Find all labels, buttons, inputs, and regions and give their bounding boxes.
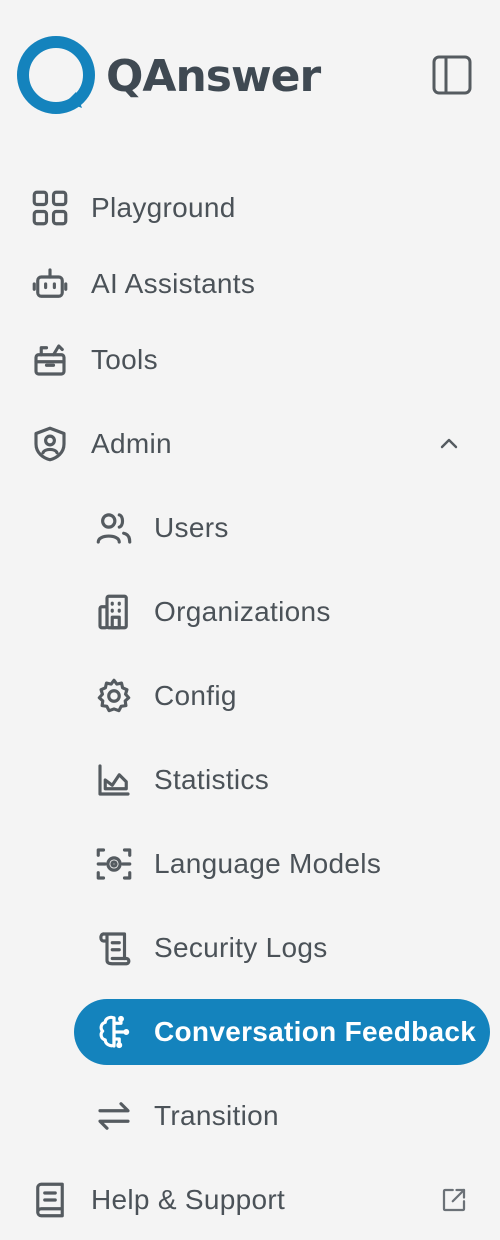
toolbox-icon (28, 338, 72, 382)
sub-item-config[interactable]: Config (74, 663, 490, 729)
gear-icon (92, 674, 136, 718)
nav-item-label: Playground (91, 192, 236, 223)
nav-item-help-support[interactable]: Help & Support (0, 1170, 500, 1230)
nav-item-label: AI Assistants (91, 268, 256, 299)
scroll-icon (92, 926, 136, 970)
sub-item-label: Transition (154, 1100, 279, 1131)
chevron-up-icon[interactable] (434, 429, 464, 459)
building-icon (92, 590, 136, 634)
brain-icon (92, 1010, 136, 1054)
chart-icon (92, 758, 136, 802)
sub-item-label: Language Models (154, 848, 382, 879)
app-logo[interactable]: QAnswer (16, 36, 321, 116)
sub-item-statistics[interactable]: Statistics (74, 747, 490, 813)
nav-item-playground[interactable]: Playground (0, 178, 500, 238)
nav-item-tools[interactable]: Tools (0, 330, 500, 390)
sub-item-label: Security Logs (154, 932, 328, 963)
book-icon (28, 1178, 72, 1222)
external-link-icon[interactable] (436, 1182, 472, 1218)
arrows-swap-icon (92, 1094, 136, 1138)
sub-item-organizations[interactable]: Organizations (74, 579, 490, 645)
robot-icon (28, 262, 72, 306)
nav-item-admin[interactable]: Admin (0, 414, 500, 474)
sub-item-language-models[interactable]: Language Models (74, 831, 490, 897)
nav-item-ai-assistants[interactable]: AI Assistants (0, 254, 500, 314)
sub-item-label: Users (154, 512, 229, 543)
sidebar-panel-icon (432, 55, 472, 95)
sub-item-label: Config (154, 680, 237, 711)
sub-item-users[interactable]: Users (74, 495, 490, 561)
sub-item-security-logs[interactable]: Security Logs (74, 915, 490, 981)
grid-icon (28, 186, 72, 230)
sidebar-toggle-button[interactable] (430, 54, 474, 96)
sub-item-label: Conversation Feedback (154, 1016, 477, 1047)
sub-item-conversation-feedback[interactable]: Conversation Feedback (74, 999, 490, 1065)
sub-item-label: Statistics (154, 764, 270, 795)
nav-item-label: Admin (91, 428, 172, 459)
qanswer-logo-icon (16, 36, 96, 116)
users-icon (92, 506, 136, 550)
sub-item-transition[interactable]: Transition (74, 1083, 490, 1149)
nav-item-label: Help & Support (91, 1184, 286, 1215)
model-settings-icon (92, 842, 136, 886)
app-name: QAnswer (106, 50, 321, 102)
shield-user-icon (28, 422, 72, 466)
nav-item-label: Tools (91, 344, 158, 375)
sub-item-label: Organizations (154, 596, 331, 627)
